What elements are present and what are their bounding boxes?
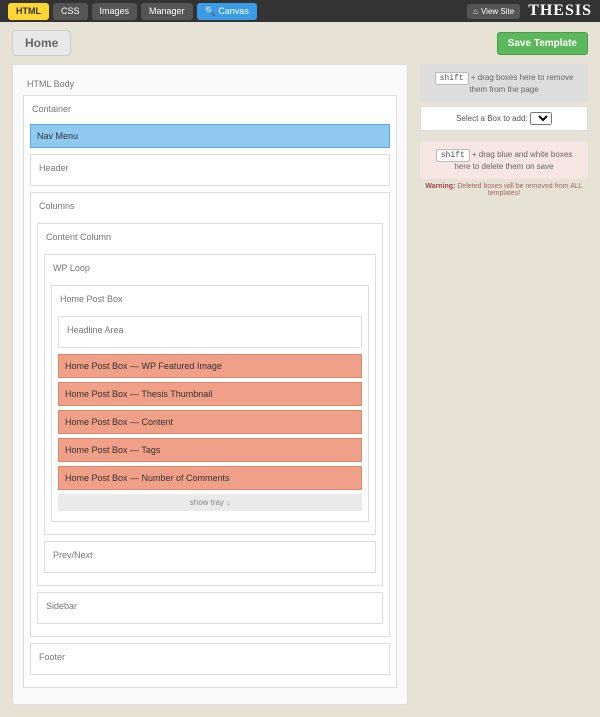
- shift-key-icon: shift: [435, 72, 469, 85]
- tab-html[interactable]: HTML: [8, 3, 49, 20]
- top-nav-bar: HTML CSS Images Manager 🔍 Canvas ⌂View S…: [0, 0, 600, 22]
- main-area: HTML Body Container Nav Menu Header Colu…: [0, 64, 600, 717]
- post-box-tags[interactable]: Home Post Box — Tags: [58, 438, 362, 462]
- page-header: Home Save Template: [0, 22, 600, 64]
- tab-images[interactable]: Images: [92, 3, 138, 20]
- delete-panel: shift + drag blue and white boxes here t…: [420, 141, 588, 197]
- tab-manager[interactable]: Manager: [141, 3, 193, 20]
- header-box[interactable]: Header: [30, 154, 390, 186]
- add-box-row: Select a Box to add:: [420, 106, 588, 131]
- content-column-box[interactable]: Content Column WP Loop Home Post Box Hea…: [37, 223, 383, 586]
- save-template-button[interactable]: Save Template: [497, 32, 588, 55]
- logo: THESIS: [528, 2, 592, 20]
- sidebar-panels: shift + drag boxes here to remove them f…: [420, 64, 588, 197]
- view-site-button[interactable]: ⌂View Site: [467, 4, 520, 19]
- shift-key-icon: shift: [436, 149, 470, 162]
- top-right: ⌂View Site THESIS: [467, 2, 592, 20]
- post-box-comments[interactable]: Home Post Box — Number of Comments: [58, 466, 362, 490]
- delete-drop-zone[interactable]: shift + drag blue and white boxes here t…: [420, 141, 588, 179]
- post-box-thumbnail[interactable]: Home Post Box — Thesis Thumbnail: [58, 382, 362, 406]
- tab-canvas[interactable]: 🔍 Canvas: [197, 3, 257, 20]
- page-title: Home: [12, 30, 71, 56]
- tab-css[interactable]: CSS: [53, 3, 88, 20]
- remove-drop-zone[interactable]: shift + drag boxes here to remove them f…: [420, 64, 588, 102]
- headline-area-box[interactable]: Headline Area: [58, 316, 362, 348]
- add-box-select[interactable]: [530, 112, 552, 125]
- nav-menu-box[interactable]: Nav Menu: [30, 124, 390, 148]
- html-body-label: HTML Body: [23, 75, 397, 89]
- home-icon: ⌂: [473, 7, 478, 16]
- search-icon: 🔍: [205, 6, 216, 16]
- home-post-box[interactable]: Home Post Box Headline Area Home Post Bo…: [51, 285, 369, 522]
- remove-panel: shift + drag boxes here to remove them f…: [420, 64, 588, 131]
- container-label: Container: [30, 102, 390, 120]
- footer-box[interactable]: Footer: [30, 643, 390, 675]
- columns-box[interactable]: Columns Content Column WP Loop Home Post…: [30, 192, 390, 637]
- prev-next-box[interactable]: Prev/Next: [44, 541, 376, 573]
- post-box-featured-image[interactable]: Home Post Box — WP Featured Image: [58, 354, 362, 378]
- show-tray-button[interactable]: show tray ↓: [58, 494, 362, 511]
- sidebar-box[interactable]: Sidebar: [37, 592, 383, 624]
- top-tabs: HTML CSS Images Manager 🔍 Canvas: [8, 3, 257, 20]
- html-body-panel: HTML Body Container Nav Menu Header Colu…: [12, 64, 408, 705]
- wp-loop-box[interactable]: WP Loop Home Post Box Headline Area Home…: [44, 254, 376, 535]
- post-box-content[interactable]: Home Post Box — Content: [58, 410, 362, 434]
- delete-warning: Warning: Deleted boxes will be removed f…: [420, 179, 588, 197]
- container-box[interactable]: Container Nav Menu Header Columns Conten…: [23, 95, 397, 688]
- layout-editor: HTML Body Container Nav Menu Header Colu…: [12, 64, 408, 705]
